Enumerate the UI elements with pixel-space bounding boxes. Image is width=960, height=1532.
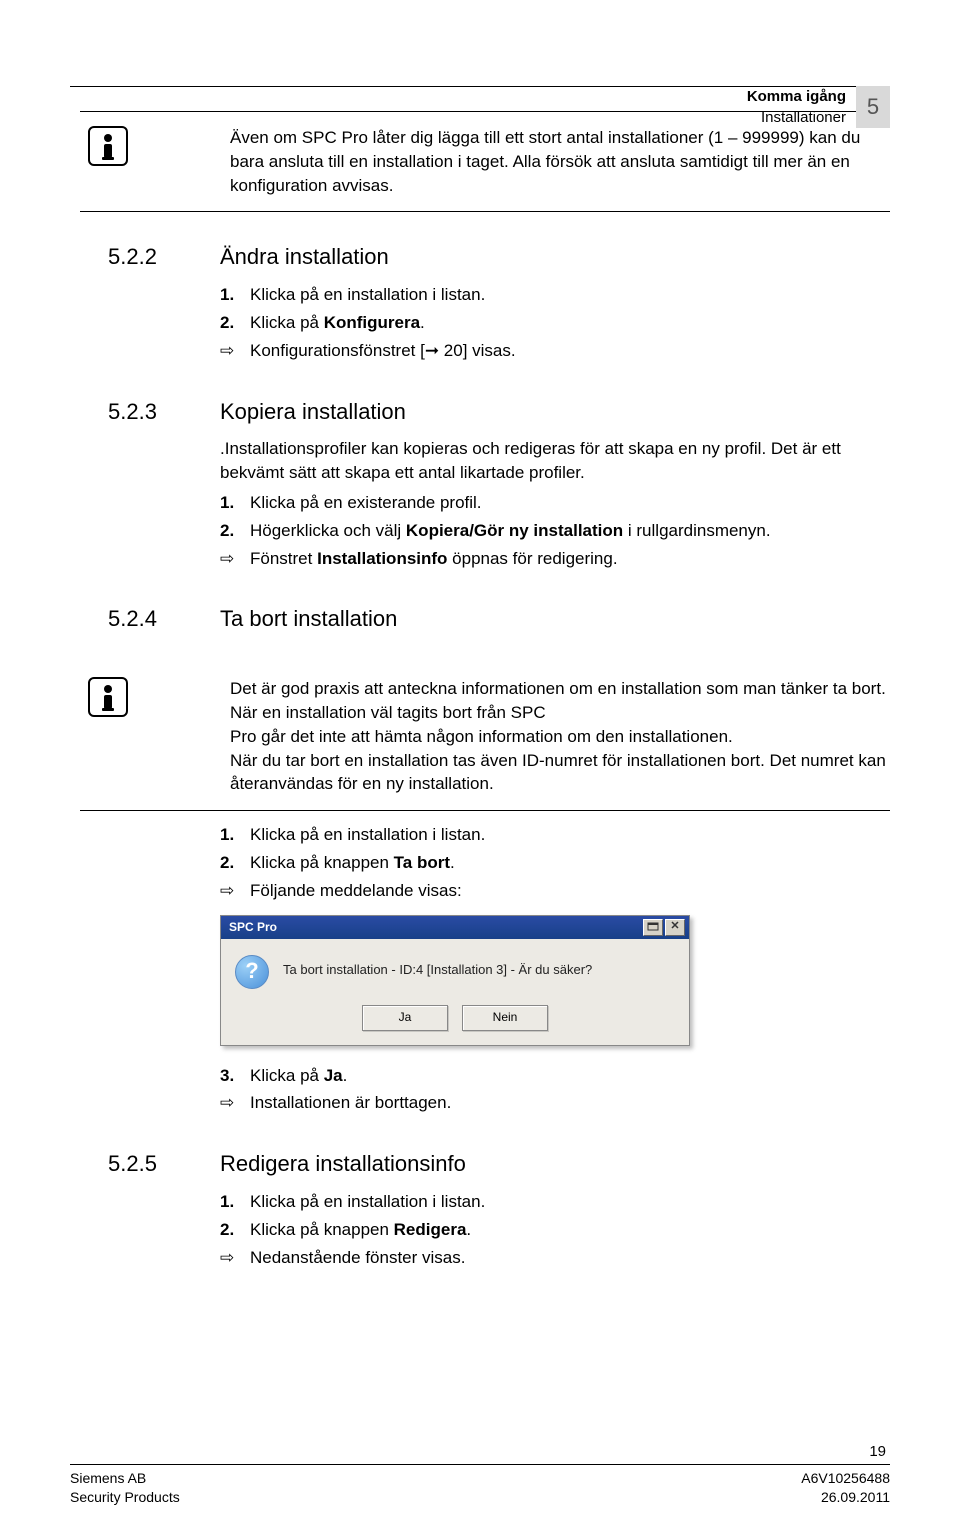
section-title-524: Ta bort installation <box>220 604 890 635</box>
list-item: 2. Högerklicka och välj Kopiera/Gör ny i… <box>220 519 890 543</box>
section-title-523: Kopiera installation <box>220 397 890 428</box>
step-text: Klicka på knappen Redigera. <box>250 1218 471 1242</box>
footer-right-2: 26.09.2011 <box>821 1488 890 1508</box>
list-item: 2. Klicka på knappen Redigera. <box>220 1218 890 1242</box>
result-text: Installationen är borttagen. <box>250 1091 451 1115</box>
result-text: Fönstret Installationsinfo öppnas för re… <box>250 547 618 571</box>
result-text: Följande meddelande visas: <box>250 879 462 903</box>
page-header: Komma igång Installationer 5 <box>70 86 890 87</box>
result-line: ⇨ Installationen är borttagen. <box>220 1091 890 1115</box>
header-breadcrumb-2: Installationer <box>747 107 846 128</box>
dialog-message: Ta bort installation - ID:4 [Installatio… <box>283 955 675 979</box>
result-line: ⇨ Fönstret Installationsinfo öppnas för … <box>220 547 890 571</box>
info-text: Även om SPC Pro låter dig lägga till ett… <box>148 126 890 197</box>
section-number-524: 5.2.4 <box>80 604 220 645</box>
list-item: 1. Klicka på en installation i listan. <box>220 823 890 847</box>
page-footer: 19 Siemens AB A6V10256488 Security Produ… <box>70 1441 890 1508</box>
step-text: Klicka på en installation i listan. <box>250 823 485 847</box>
step-text: Klicka på en installation i listan. <box>250 1190 485 1214</box>
info-note-2: Det är god praxis att anteckna informati… <box>80 663 890 811</box>
section-title-522: Ändra installation <box>220 242 890 273</box>
help-button[interactable] <box>643 919 663 936</box>
list-item: 2. Klicka på knappen Ta bort. <box>220 851 890 875</box>
step-number: 1. <box>220 491 242 515</box>
step-number: 2. <box>220 1218 242 1242</box>
step-number: 2. <box>220 851 242 875</box>
step-text: Klicka på knappen Ta bort. <box>250 851 455 875</box>
section-intro: .Installationsprofiler kan kopieras och … <box>220 437 890 485</box>
list-item: 3. Klicka på Ja. <box>220 1064 890 1088</box>
question-icon: ? <box>235 955 269 989</box>
result-line: ⇨ Nedanstående fönster visas. <box>220 1246 890 1270</box>
dialog-titlebar: SPC Pro ✕ <box>221 916 689 939</box>
footer-left-1: Siemens AB <box>70 1469 146 1489</box>
step-text: Klicka på Ja. <box>250 1064 347 1088</box>
dialog-title: SPC Pro <box>225 919 643 936</box>
info-text: Det är god praxis att anteckna informati… <box>148 677 890 796</box>
result-line: ⇨ Följande meddelande visas: <box>220 879 890 903</box>
step-text: Högerklicka och välj Kopiera/Gör ny inst… <box>250 519 771 543</box>
confirm-dialog: SPC Pro ✕ ? Ta bort installation - ID:4 … <box>220 915 690 1046</box>
result-arrow-icon: ⇨ <box>220 547 242 571</box>
section-title-525: Redigera installationsinfo <box>220 1149 890 1180</box>
step-number: 3. <box>220 1064 242 1088</box>
step-number: 1. <box>220 283 242 307</box>
section-number-525: 5.2.5 <box>80 1149 220 1273</box>
close-button[interactable]: ✕ <box>665 919 685 936</box>
result-arrow-icon: ⇨ <box>220 339 242 363</box>
result-arrow-icon: ⇨ <box>220 1246 242 1270</box>
info-icon <box>88 677 128 717</box>
header-breadcrumb-1: Komma igång <box>747 86 846 107</box>
page-number: 19 <box>70 1441 890 1462</box>
step-number: 2. <box>220 311 242 335</box>
result-arrow-icon: ⇨ <box>220 879 242 903</box>
step-number: 1. <box>220 1190 242 1214</box>
footer-right-1: A6V10256488 <box>801 1469 890 1489</box>
info-icon <box>88 126 128 166</box>
section-number-522: 5.2.2 <box>80 242 220 366</box>
no-button[interactable]: Nein <box>462 1005 548 1031</box>
footer-divider <box>70 1464 890 1465</box>
chapter-number-box: 5 <box>856 86 890 128</box>
footer-left-2: Security Products <box>70 1488 180 1508</box>
step-number: 2. <box>220 519 242 543</box>
yes-button[interactable]: Ja <box>362 1005 448 1031</box>
list-item: 1. Klicka på en installation i listan. <box>220 1190 890 1214</box>
result-text: Nedanstående fönster visas. <box>250 1246 465 1270</box>
section-number-523: 5.2.3 <box>80 397 220 575</box>
step-text: Klicka på en existerande profil. <box>250 491 482 515</box>
list-item: 2. Klicka på Konfigurera. <box>220 311 890 335</box>
step-number: 1. <box>220 823 242 847</box>
result-text: Konfigurationsfönstret [➞ 20] visas. <box>250 339 516 363</box>
list-item: 1. Klicka på en installation i listan. <box>220 283 890 307</box>
result-arrow-icon: ⇨ <box>220 1091 242 1115</box>
step-text: Klicka på Konfigurera. <box>250 311 425 335</box>
result-line: ⇨ Konfigurationsfönstret [➞ 20] visas. <box>220 339 890 363</box>
list-item: 1. Klicka på en existerande profil. <box>220 491 890 515</box>
step-text: Klicka på en installation i listan. <box>250 283 485 307</box>
